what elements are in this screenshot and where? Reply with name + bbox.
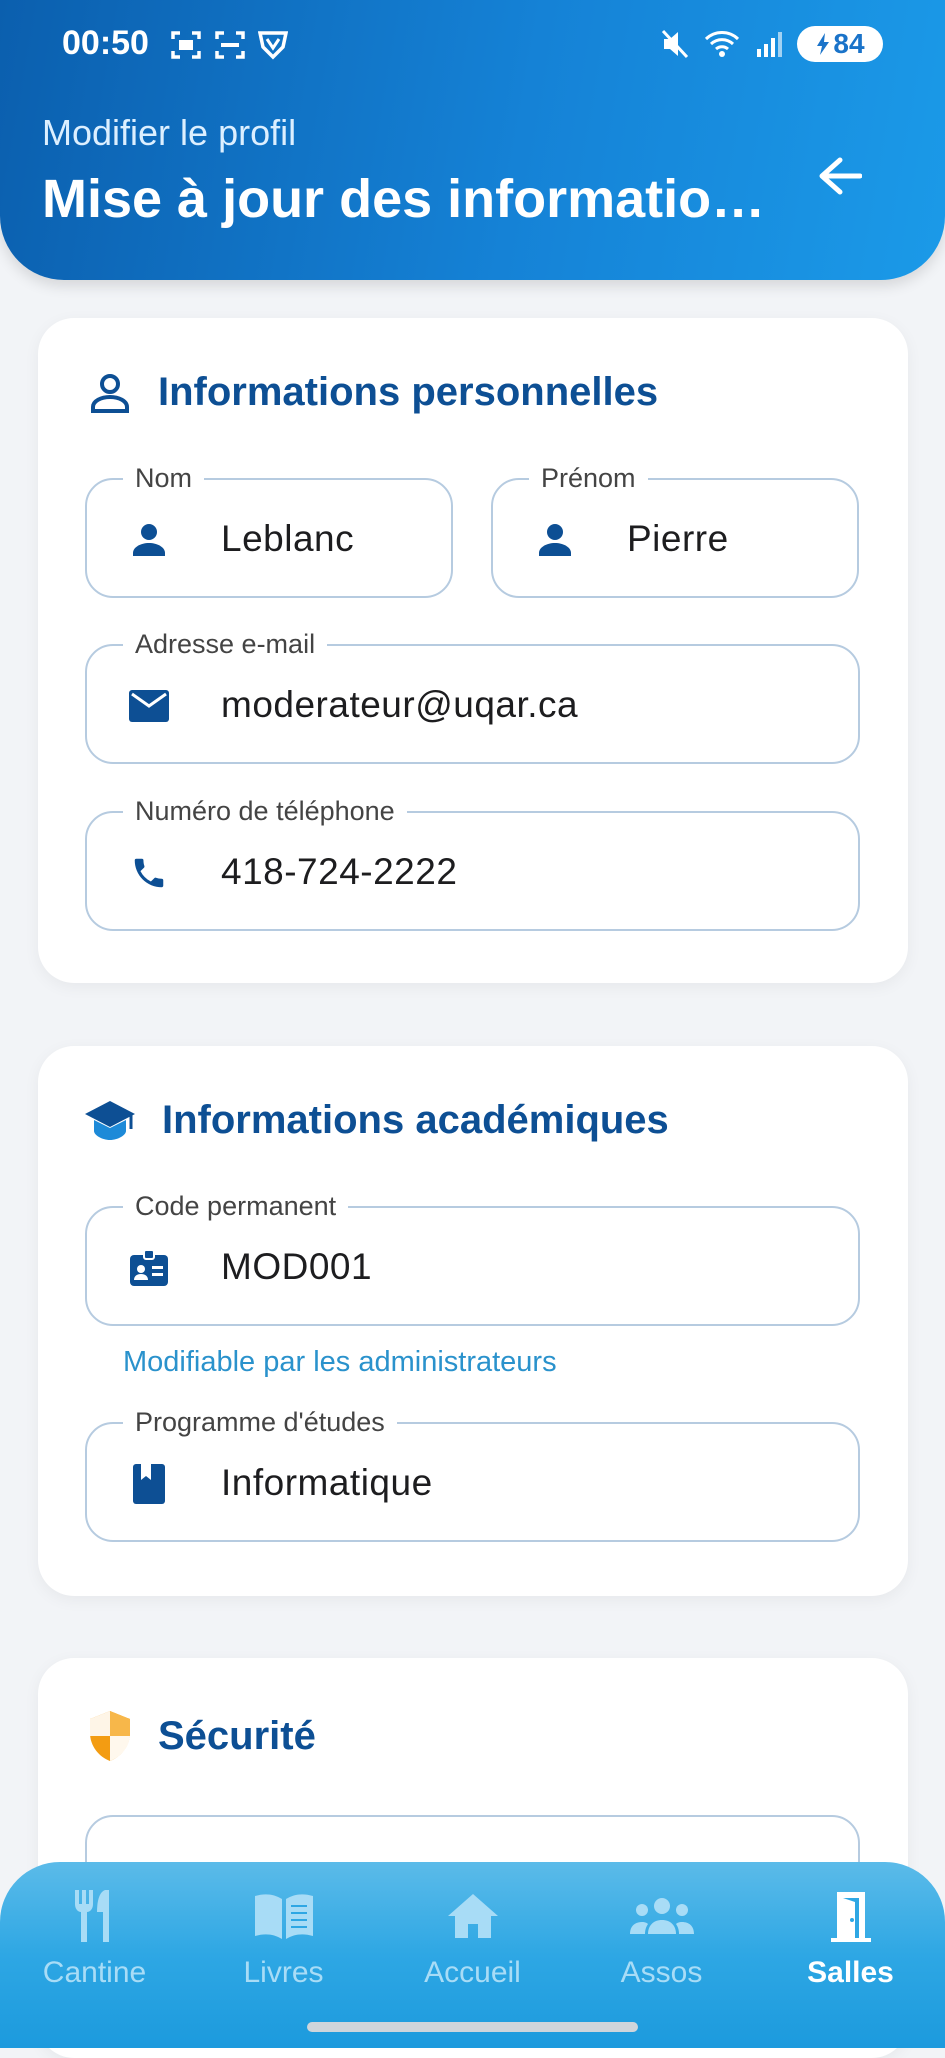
personal-info-card: Informations personnelles Nom Leblanc Pr… bbox=[38, 318, 908, 983]
program-field[interactable]: Programme d'études Informatique bbox=[85, 1406, 860, 1542]
id-badge-icon bbox=[129, 1248, 169, 1288]
nav-cantine-label: Cantine bbox=[42, 1956, 147, 1989]
phone-input[interactable]: 418-724-2222 bbox=[221, 851, 457, 893]
nom-field[interactable]: Nom Leblanc bbox=[85, 462, 453, 598]
nav-accueil[interactable]: Accueil bbox=[378, 1862, 567, 2012]
email-label: Adresse e-mail bbox=[123, 628, 328, 660]
person-icon bbox=[535, 520, 575, 560]
shield-icon bbox=[90, 1711, 130, 1761]
prenom-input[interactable]: Pierre bbox=[627, 518, 729, 560]
academic-info-title: Informations académiques bbox=[162, 1098, 669, 1142]
home-icon bbox=[446, 1888, 500, 1944]
status-right-icons: 84 bbox=[661, 26, 883, 62]
nav-assos-label: Assos bbox=[620, 1956, 703, 1989]
status-left-icons bbox=[170, 30, 288, 60]
battery-level: 84 bbox=[833, 28, 865, 59]
email-input[interactable]: moderateur@uqar.ca bbox=[221, 684, 578, 726]
mail-icon bbox=[129, 686, 169, 726]
nav-livres-label: Livres bbox=[243, 1956, 324, 1989]
nav-livres[interactable]: Livres bbox=[189, 1862, 378, 2012]
mute-icon bbox=[661, 29, 689, 59]
academic-info-header: Informations académiques bbox=[84, 1098, 669, 1143]
email-field[interactable]: Adresse e-mail moderateur@uqar.ca bbox=[85, 628, 860, 764]
scan-icon bbox=[215, 31, 245, 59]
phone-label: Numéro de téléphone bbox=[123, 795, 407, 827]
nav-accueil-label: Accueil bbox=[424, 1956, 521, 1989]
code-permanent-field[interactable]: Code permanent MOD001 bbox=[85, 1190, 860, 1326]
personal-info-header: Informations personnelles bbox=[88, 370, 658, 415]
book-icon bbox=[129, 1464, 169, 1504]
code-permanent-input[interactable]: MOD001 bbox=[221, 1246, 372, 1288]
group-icon bbox=[629, 1888, 694, 1944]
nom-label: Nom bbox=[123, 462, 205, 494]
graduation-cap-icon bbox=[85, 1100, 135, 1140]
home-indicator[interactable] bbox=[307, 2022, 638, 2032]
phone-icon bbox=[129, 853, 169, 893]
academic-info-card: Informations académiques Code permanent … bbox=[38, 1046, 908, 1596]
person-outline-icon bbox=[91, 373, 129, 413]
signal-icon bbox=[757, 32, 782, 57]
screenshot-icon bbox=[171, 31, 201, 59]
program-input[interactable]: Informatique bbox=[221, 1462, 433, 1504]
security-title: Sécurité bbox=[158, 1713, 316, 1758]
wifi-icon bbox=[704, 31, 740, 57]
nav-salles[interactable]: Salles bbox=[756, 1862, 945, 2012]
back-button[interactable] bbox=[812, 148, 868, 204]
utensils-icon bbox=[71, 1888, 119, 1944]
nav-assos[interactable]: Assos bbox=[567, 1862, 756, 2012]
status-time: 00:50 bbox=[62, 24, 149, 62]
person-icon bbox=[129, 520, 169, 560]
nav-cantine[interactable]: Cantine bbox=[0, 1862, 189, 2012]
nav-salles-label: Salles bbox=[807, 1956, 894, 1989]
vpn-shield-icon bbox=[258, 31, 288, 60]
nom-input[interactable]: Leblanc bbox=[221, 518, 354, 560]
prenom-field[interactable]: Prénom Pierre bbox=[491, 462, 859, 598]
code-permanent-helper: Modifiable par les administrateurs bbox=[123, 1346, 557, 1378]
charging-icon bbox=[817, 33, 830, 55]
code-permanent-label: Code permanent bbox=[123, 1190, 349, 1222]
header-subtitle: Modifier le profil bbox=[42, 112, 297, 153]
personal-info-title: Informations personnelles bbox=[158, 370, 659, 414]
program-label: Programme d'études bbox=[123, 1406, 397, 1438]
phone-field[interactable]: Numéro de téléphone 418-724-2222 bbox=[85, 795, 860, 931]
app-header: 00:50 84 Modifier le profil Mise à jour … bbox=[0, 0, 945, 280]
battery-indicator: 84 bbox=[797, 26, 883, 62]
door-icon bbox=[829, 1888, 873, 1944]
prenom-label: Prénom bbox=[529, 462, 648, 494]
open-book-icon bbox=[253, 1888, 315, 1944]
security-header: Sécurité bbox=[88, 1710, 316, 1762]
arrow-back-icon bbox=[819, 157, 862, 195]
page-title: Mise à jour des informatio… bbox=[42, 169, 766, 229]
bottom-navigation: Cantine Livres Accueil Assos Salles bbox=[0, 1862, 945, 2048]
